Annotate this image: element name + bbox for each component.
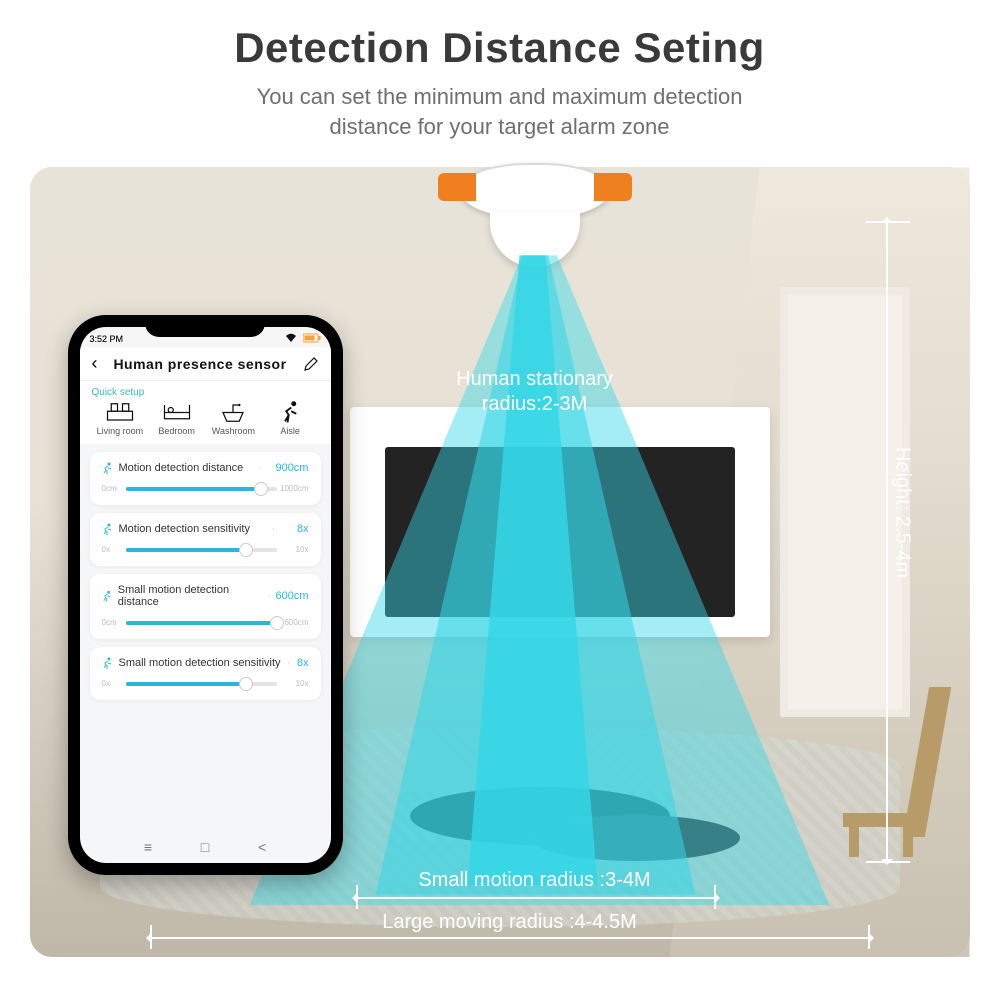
dim-small-line [356, 897, 716, 899]
quick-setup-row: Living roomBedroomWashroomAisle [80, 400, 331, 444]
slider[interactable] [126, 682, 277, 686]
card-name: Motion detection sensitivity [102, 523, 250, 535]
card-separator: · [258, 462, 262, 474]
tick-small-left [356, 885, 358, 909]
setting-card-3: Small motion detection sensitivity · 8x 0x 1… [90, 647, 321, 700]
nav-recent[interactable]: ≡ [144, 839, 152, 855]
dim-height-line [886, 221, 888, 861]
label-stationary: Human stationary radius:2-3M [380, 367, 690, 417]
android-nav-bar: ≡ □ < [80, 835, 331, 859]
chair [843, 687, 938, 857]
sensor-clip-right [594, 173, 632, 201]
page-subtitle: You can set the minimum and maximum dete… [0, 82, 999, 141]
card-separator: · [272, 523, 276, 535]
phone-screen: 3:52 PM document.querySelector('[data-na… [80, 327, 331, 863]
setting-card-0: Motion detection distance · 900cm 0cm 1000cm [90, 452, 321, 505]
card-value: 900cm [275, 462, 308, 474]
app-header: ‹ Human presence sensor [80, 347, 331, 381]
card-value: 600cm [275, 590, 308, 602]
slider[interactable] [126, 621, 277, 625]
screen-title: Human presence sensor [113, 356, 286, 372]
slider-min: 0cm [102, 618, 126, 627]
subtitle-line1: You can set the minimum and maximum dete… [257, 84, 743, 109]
status-time2: 3:52 PM [90, 334, 124, 344]
quick-item-bedroom[interactable]: Bedroom [148, 400, 205, 436]
tick-top [866, 221, 910, 223]
quick-item-aisle[interactable]: Aisle [262, 400, 319, 436]
label-height: Height: 2.5-4m [891, 447, 914, 578]
setting-card-1: Motion detection sensitivity · 8x 0x 10x [90, 513, 321, 566]
battery-icon [303, 335, 321, 345]
nav-home[interactable]: □ [201, 839, 209, 855]
label-large: Large moving radius :4-4.5M [290, 911, 730, 934]
card-name: Motion detection distance [102, 462, 244, 474]
nav-back[interactable]: < [258, 839, 266, 855]
tick-large-left [150, 925, 152, 949]
card-name: Small motion detection sensitivity [102, 657, 281, 669]
quick-item-label: Aisle [262, 426, 319, 436]
quick-item-washroom[interactable]: Washroom [205, 400, 262, 436]
back-button[interactable]: ‹ [92, 353, 98, 374]
label-small: Small motion radius :3-4M [380, 869, 690, 892]
setting-card-2: Small motion detection distance ·600cm 0cm… [90, 574, 321, 639]
dim-large-line [150, 937, 870, 939]
slider-max: 10x [277, 679, 309, 688]
bed-icon [162, 400, 192, 424]
quick-item-label: Washroom [205, 426, 262, 436]
sensor-clip-left [438, 173, 476, 201]
card-name: Small motion detection distance [102, 584, 264, 608]
ceiling-sensor [460, 163, 610, 267]
tick-large-right [868, 925, 870, 949]
quick-item-label: Living room [92, 426, 149, 436]
page-title: Detection Distance Seting [0, 24, 999, 72]
quick-setup-label: Quick setup [80, 381, 331, 400]
running-person-icon [275, 400, 305, 424]
card-value: 8x [297, 523, 309, 535]
slider-max: 1000cm [277, 484, 309, 493]
slider[interactable] [126, 487, 277, 491]
tick-small-right [714, 885, 716, 909]
wifi-icon [285, 335, 300, 345]
slider-min: 0x [102, 679, 126, 688]
slider-min: 0cm [102, 484, 126, 493]
tick-bottom [866, 861, 910, 863]
slider-max: 10x [277, 545, 309, 554]
edit-icon[interactable] [303, 356, 319, 372]
quick-item-label: Bedroom [148, 426, 205, 436]
slider[interactable] [126, 548, 277, 552]
sink-icon [218, 400, 248, 424]
quick-item-living-room[interactable]: Living room [92, 400, 149, 436]
card-separator: · [268, 590, 272, 602]
subtitle-line2: distance for your target alarm zone [330, 114, 670, 139]
card-separator: · [287, 657, 291, 669]
living-room-icon [105, 400, 135, 424]
slider-min: 0x [102, 545, 126, 554]
card-value: 8x [297, 657, 309, 669]
room-scene: Human stationary radius:2-3M Height: 2.5… [30, 167, 970, 957]
phone-mockup: 3:52 PM document.querySelector('[data-na… [68, 315, 343, 875]
